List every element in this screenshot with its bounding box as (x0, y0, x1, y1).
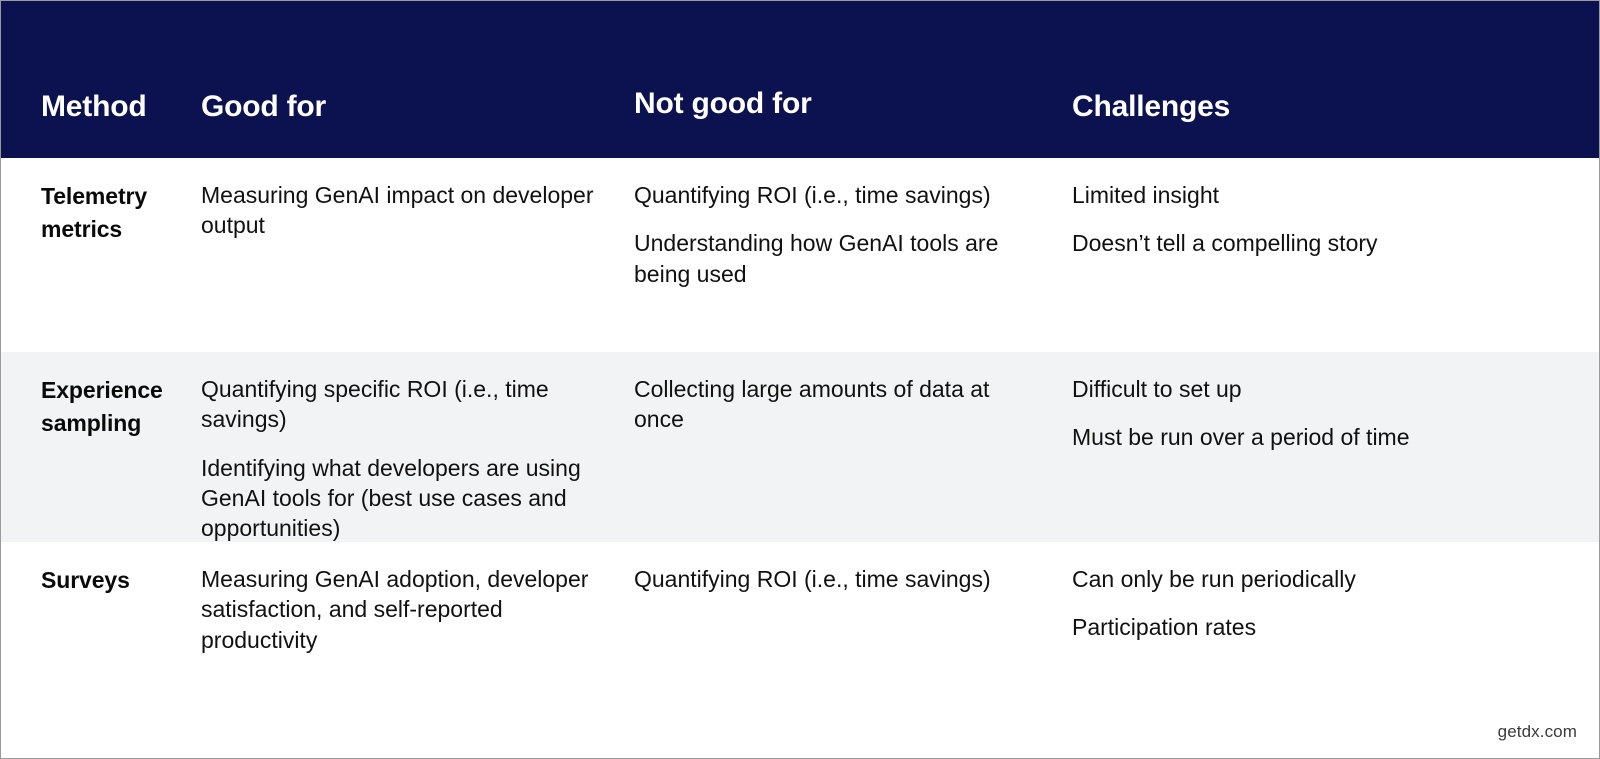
method-name: Surveys (41, 567, 130, 593)
column-header-method-label: Method (41, 90, 147, 123)
row-method-cell: Surveys (1, 564, 201, 597)
row-challenges-cell: Can only be run periodically Participati… (1072, 564, 1599, 643)
row-not-good-for-cell: Quantifying ROI (i.e., time savings) (634, 564, 1072, 594)
row-not-good-for-cell: Quantifying ROI (i.e., time savings) Und… (634, 180, 1072, 289)
comparison-table: Method Good for Not good for Challenges … (1, 1, 1599, 758)
method-name: Experience sampling (41, 377, 163, 437)
not-good-for-list: Collecting large amounts of data at once (634, 374, 1072, 435)
list-item: Understanding how GenAI tools are being … (634, 230, 999, 287)
challenges-list: Can only be run periodically Participati… (1072, 564, 1599, 643)
list-item: Must be run over a period of time (1072, 424, 1410, 451)
challenges-list: Limited insight Doesn’t tell a compellin… (1072, 180, 1599, 259)
list-item: Quantifying ROI (i.e., time savings) (634, 182, 991, 208)
column-header-not-good-for-label: Not good for (634, 87, 812, 120)
row-method-cell: Telemetry metrics (1, 180, 201, 247)
column-header-good-for-label: Good for (201, 90, 327, 123)
row-good-for-cell: Quantifying specific ROI (i.e., time sav… (201, 374, 634, 544)
challenges-list: Difficult to set up Must be run over a p… (1072, 374, 1599, 453)
method-name: Telemetry metrics (41, 183, 148, 243)
list-item: Limited insight (1072, 182, 1220, 208)
table-row: Experience sampling Quantifying specific… (1, 352, 1599, 542)
table-row: Telemetry metrics Measuring GenAI impact… (1, 158, 1599, 352)
table-row: Surveys Measuring GenAI adoption, develo… (1, 542, 1599, 758)
list-item: Participation rates (1072, 614, 1257, 641)
column-header-challenges: Challenges (1072, 92, 1599, 122)
good-for-list: Measuring GenAI impact on developer outp… (201, 180, 634, 241)
column-header-not-good-for: Not good for (634, 89, 1072, 119)
column-header-good-for: Good for (201, 92, 634, 122)
row-good-for-cell: Measuring GenAI impact on developer outp… (201, 180, 634, 241)
not-good-for-list: Quantifying ROI (i.e., time savings) Und… (634, 180, 1072, 289)
table-header-row: Method Good for Not good for Challenges (1, 1, 1599, 158)
not-good-for-list: Quantifying ROI (i.e., time savings) (634, 564, 1072, 594)
list-item: Measuring GenAI adoption, developer sati… (201, 566, 589, 653)
column-header-challenges-label: Challenges (1072, 90, 1231, 123)
list-item: Quantifying specific ROI (i.e., time sav… (201, 376, 549, 433)
list-item: Collecting large amounts of data at once (634, 376, 990, 433)
column-header-method: Method (1, 92, 201, 122)
watermark: getdx.com (1497, 722, 1577, 741)
list-item: Doesn’t tell a compelling story (1072, 230, 1378, 257)
list-item: Quantifying ROI (i.e., time savings) (634, 566, 991, 592)
list-item: Identifying what developers are using Ge… (201, 454, 581, 542)
row-not-good-for-cell: Collecting large amounts of data at once (634, 374, 1072, 435)
row-method-cell: Experience sampling (1, 374, 201, 441)
good-for-list: Measuring GenAI adoption, developer sati… (201, 564, 634, 655)
row-challenges-cell: Limited insight Doesn’t tell a compellin… (1072, 180, 1599, 259)
row-challenges-cell: Difficult to set up Must be run over a p… (1072, 374, 1599, 453)
table-frame: Method Good for Not good for Challenges … (0, 0, 1600, 759)
row-good-for-cell: Measuring GenAI adoption, developer sati… (201, 564, 634, 655)
list-item: Can only be run periodically (1072, 566, 1356, 592)
good-for-list: Quantifying specific ROI (i.e., time sav… (201, 374, 634, 544)
list-item: Measuring GenAI impact on developer outp… (201, 182, 594, 239)
list-item: Difficult to set up (1072, 376, 1242, 402)
